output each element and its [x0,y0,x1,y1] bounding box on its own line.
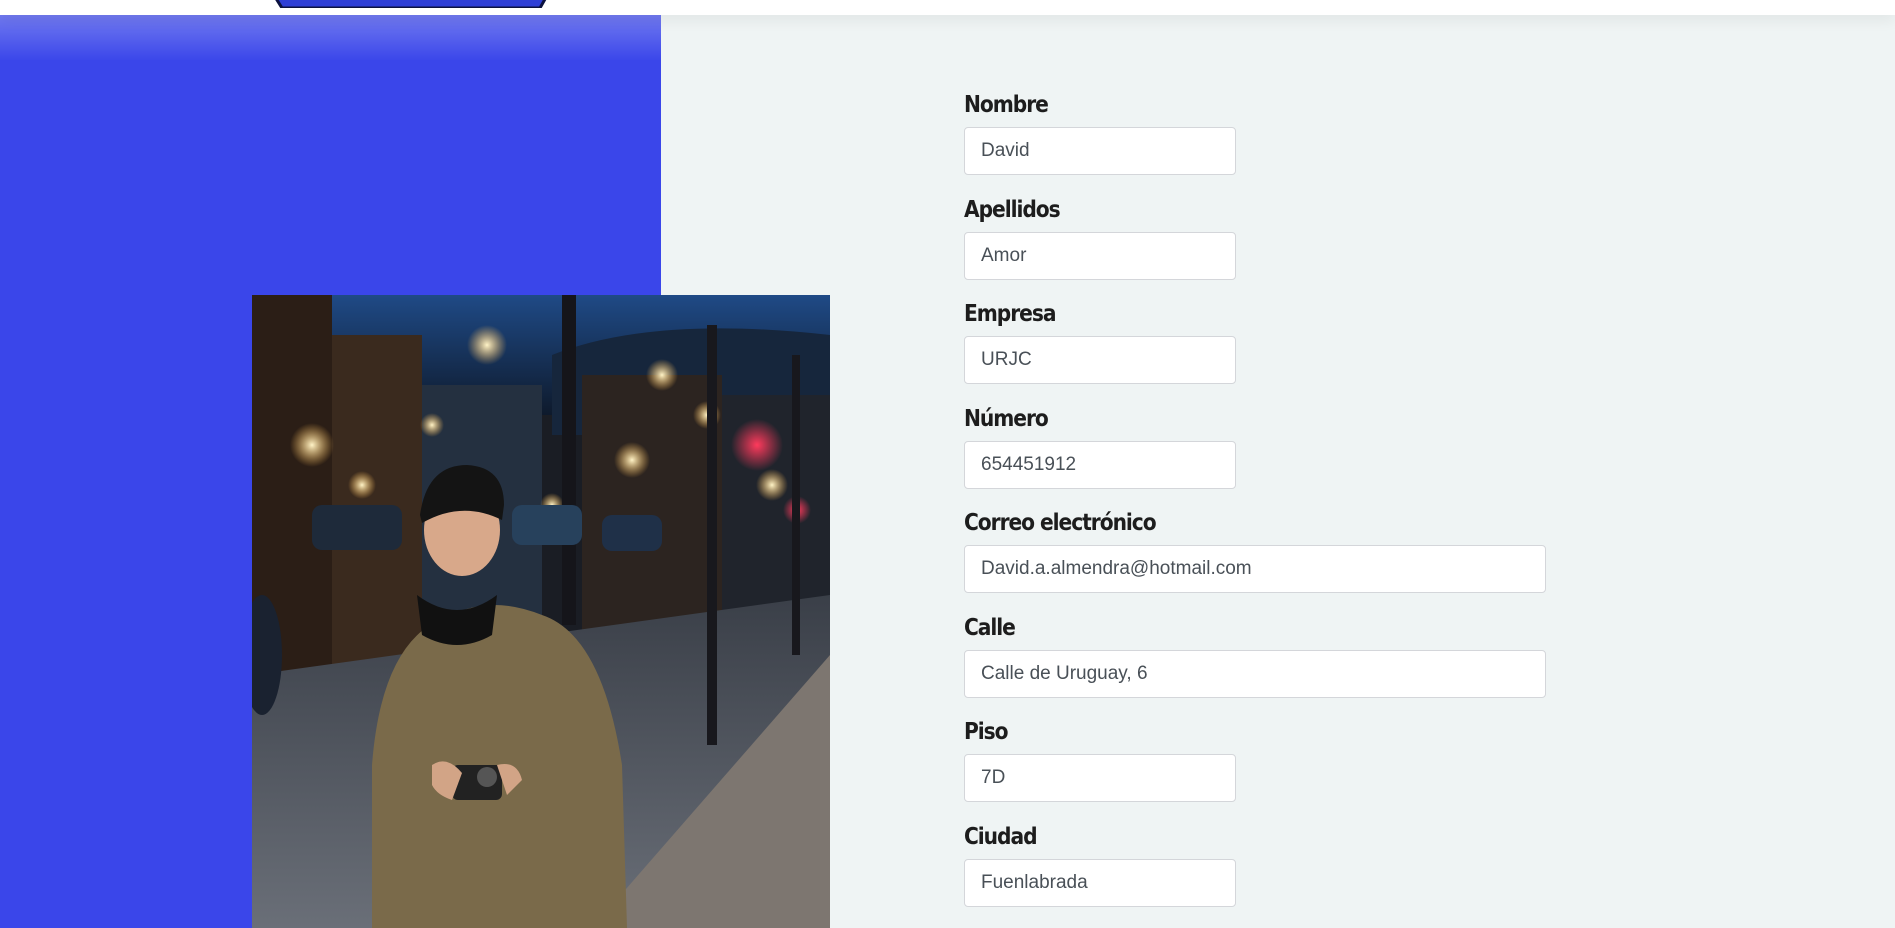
field-numero: Número [964,400,1546,505]
field-empresa: Empresa [964,295,1546,400]
site-logo[interactable] [268,0,553,8]
empresa-input[interactable] [964,336,1236,384]
calle-input[interactable] [964,649,1546,698]
empresa-label: Empresa [964,301,1056,327]
top-navbar [0,0,1895,15]
profile-photo [252,295,830,928]
numero-label: Número [964,405,1049,432]
piso-input[interactable] [964,754,1236,802]
calle-label: Calle [964,614,1016,641]
field-ciudad: Ciudad [964,818,1546,923]
field-calle: Calle [964,609,1546,714]
ciudad-input[interactable] [964,858,1236,907]
nombre-input[interactable] [964,127,1236,175]
email-input[interactable] [964,545,1546,593]
field-nombre: Nombre [964,86,1546,191]
ciudad-label: Ciudad [964,823,1038,850]
apellidos-input[interactable] [964,231,1236,280]
nombre-label: Nombre [964,92,1049,118]
field-correo: Correo electrónico [964,504,1546,609]
numero-input[interactable] [964,440,1236,489]
field-piso: Piso [964,713,1546,818]
profile-form: Nombre Apellidos Empresa Número Correo e… [964,86,1546,922]
piso-label: Piso [964,719,1009,745]
correo-label: Correo electrónico [964,510,1157,536]
field-apellidos: Apellidos [964,191,1546,296]
apellidos-label: Apellidos [964,196,1061,223]
